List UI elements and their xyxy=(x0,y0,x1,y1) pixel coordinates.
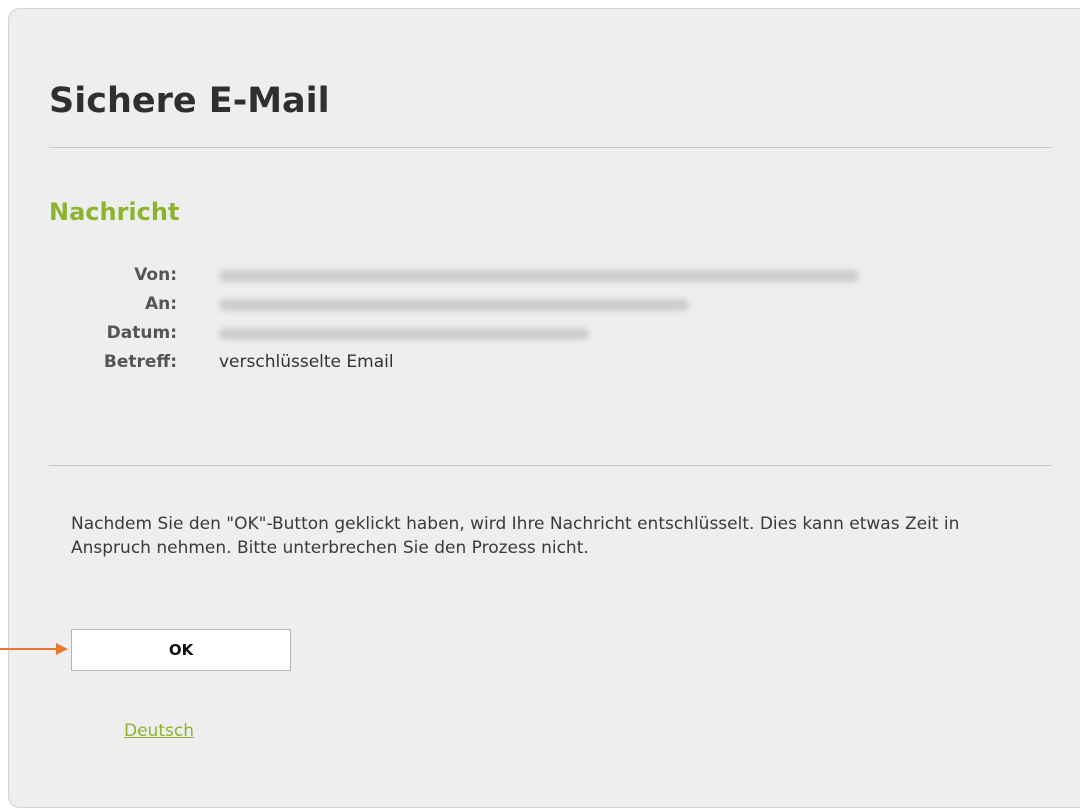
section-title-message: Nachricht xyxy=(49,198,180,226)
meta-label-subject: Betreff: xyxy=(103,352,177,372)
decrypt-notice: Nachdem Sie den "OK"-Button geklickt hab… xyxy=(71,514,960,558)
meta-label-from: Von: xyxy=(134,265,177,285)
title-divider xyxy=(49,147,1052,148)
meta-label-to: An: xyxy=(144,294,177,314)
page-title: Sichere E-Mail xyxy=(49,81,330,121)
meta-value-from-redacted xyxy=(219,261,859,292)
content-divider xyxy=(49,465,1052,466)
meta-value-subject: verschlüsselte Email xyxy=(219,352,394,372)
meta-label-date: Datum: xyxy=(106,323,177,343)
language-link[interactable]: Deutsch xyxy=(124,721,194,741)
meta-value-date-redacted xyxy=(219,319,589,350)
arrow-right-icon xyxy=(0,643,68,655)
ok-button[interactable]: OK xyxy=(71,629,291,671)
secure-email-panel: Sichere E-Mail Nachricht Von: An: Datum:… xyxy=(8,8,1080,808)
meta-value-to-redacted xyxy=(219,290,689,321)
